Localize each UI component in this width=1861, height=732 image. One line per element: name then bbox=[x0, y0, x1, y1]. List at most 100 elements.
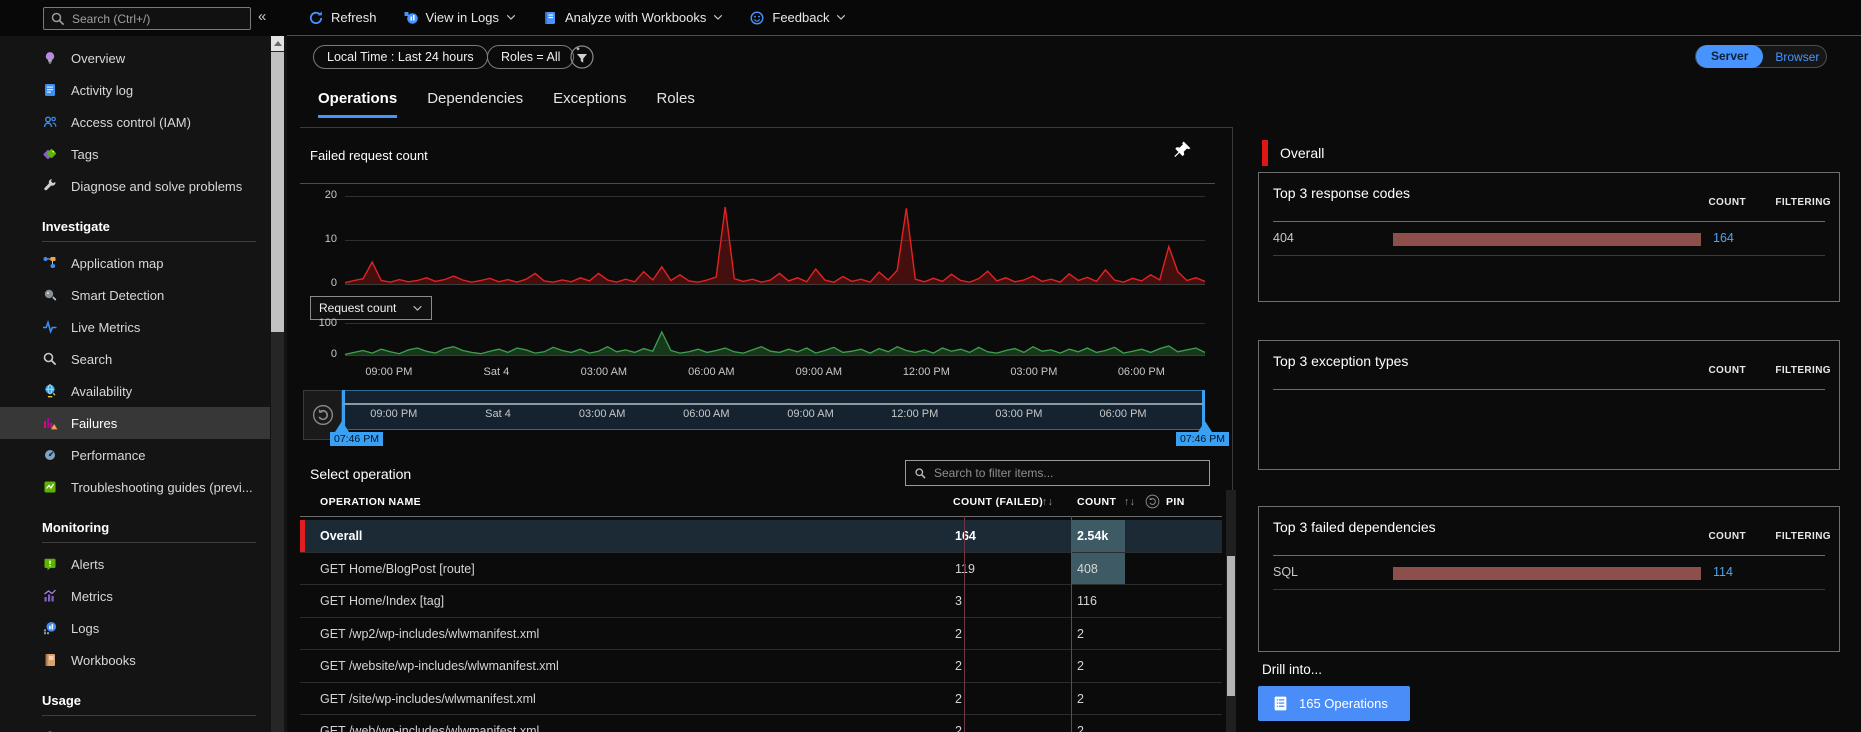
pin-chart-icon[interactable] bbox=[1172, 140, 1192, 160]
sidebar-item-users[interactable]: Users bbox=[0, 721, 270, 732]
table-row[interactable]: GET /web/wp-includes/wlwmanifest.xml 2 2 bbox=[300, 715, 1222, 732]
operation-name: GET /wp2/wp-includes/wlwmanifest.xml bbox=[320, 627, 539, 641]
operations-filter-box[interactable] bbox=[905, 460, 1210, 486]
scroll-up-button[interactable] bbox=[271, 36, 284, 51]
search-icon bbox=[914, 467, 927, 480]
col-count-failed[interactable]: COUNT (FAILED) bbox=[953, 496, 1043, 508]
right-panel-title: Overall bbox=[1280, 145, 1324, 161]
sidebar-scrollbar[interactable] bbox=[271, 36, 284, 732]
sidebar-item-label: Live Metrics bbox=[71, 320, 140, 335]
time-brush[interactable]: 09:00 PM Sat 4 03:00 AM 06:00 AM 09:00 A… bbox=[342, 390, 1205, 430]
tab-dependencies[interactable]: Dependencies bbox=[427, 90, 523, 118]
count-value: 116 bbox=[1077, 594, 1097, 608]
x-tick: 03:00 AM bbox=[581, 366, 627, 378]
sidebar-collapse-button[interactable]: « bbox=[258, 8, 266, 25]
sort-icon[interactable]: ↑↓ bbox=[1124, 496, 1135, 508]
pulse-icon bbox=[42, 319, 58, 335]
sidebar-item-performance[interactable]: Performance bbox=[0, 439, 270, 471]
tab-roles[interactable]: Roles bbox=[656, 90, 694, 118]
card-title: Top 3 response codes bbox=[1273, 185, 1410, 201]
count-failed-value: 164 bbox=[955, 529, 976, 543]
search-icon bbox=[50, 11, 66, 27]
view-in-logs-label: View in Logs bbox=[426, 10, 499, 25]
sidebar-item-workbooks[interactable]: Workbooks bbox=[0, 644, 270, 676]
sidebar-item-label: Workbooks bbox=[71, 653, 136, 668]
count-value: 2 bbox=[1077, 724, 1084, 732]
refresh-button[interactable]: Refresh bbox=[308, 10, 377, 26]
analyze-with-workbooks-button[interactable]: Analyze with Workbooks bbox=[542, 10, 723, 26]
filtering-header: FILTERING bbox=[1775, 531, 1831, 542]
table-row[interactable]: GET Home/BlogPost [route] 119 408 bbox=[300, 553, 1222, 586]
feedback-button[interactable]: Feedback bbox=[749, 10, 846, 26]
sidebar-item-label: Access control (IAM) bbox=[71, 115, 191, 130]
sidebar-item-tags[interactable]: Tags bbox=[0, 138, 270, 170]
brush-handle-right[interactable] bbox=[1198, 421, 1212, 432]
drill-operations-button[interactable]: 165 Operations bbox=[1258, 686, 1410, 721]
portal-search-box[interactable] bbox=[43, 7, 251, 30]
brush-tick: 06:00 AM bbox=[683, 408, 729, 420]
col-operation-name[interactable]: OPERATION NAME bbox=[320, 496, 421, 508]
row-divider bbox=[1273, 255, 1825, 256]
x-tick: 09:00 AM bbox=[796, 366, 842, 378]
card-divider bbox=[1273, 389, 1825, 390]
table-row[interactable]: GET /wp2/wp-includes/wlwmanifest.xml 2 2 bbox=[300, 618, 1222, 651]
roles-filter-pill[interactable]: Roles = All bbox=[487, 45, 574, 69]
sidebar-item-metrics[interactable]: Metrics bbox=[0, 580, 270, 612]
smiley-icon bbox=[749, 10, 765, 26]
sort-icon[interactable]: ↑↓ bbox=[1042, 496, 1053, 508]
card-title: Top 3 failed dependencies bbox=[1273, 519, 1436, 535]
toggle-browser-button[interactable]: Browser bbox=[1763, 50, 1831, 64]
failed-request-count-chart[interactable] bbox=[345, 190, 1205, 286]
portal-search-input[interactable] bbox=[72, 12, 244, 26]
table-row-overall[interactable]: Overall 164 2.54k bbox=[300, 520, 1222, 553]
view-in-logs-button[interactable]: View in Logs bbox=[403, 10, 516, 26]
sidebar-item-overview[interactable]: Overview bbox=[0, 42, 270, 74]
sidebar-item-activity-log[interactable]: Activity log bbox=[0, 74, 270, 106]
table-row[interactable]: GET /site/wp-includes/wlwmanifest.xml 2 … bbox=[300, 683, 1222, 716]
x-tick: 12:00 PM bbox=[903, 366, 950, 378]
people-icon bbox=[42, 114, 58, 130]
sidebar-item-smart-detection[interactable]: Smart Detection bbox=[0, 279, 270, 311]
sidebar-scrollbar-thumb[interactable] bbox=[271, 52, 284, 332]
col-count[interactable]: COUNT bbox=[1077, 496, 1116, 508]
reset-zoom-icon bbox=[312, 404, 334, 426]
brush-tick: 09:00 PM bbox=[370, 408, 417, 420]
sidebar-item-logs[interactable]: Logs bbox=[0, 612, 270, 644]
dependency-count[interactable]: 114 bbox=[1713, 565, 1733, 579]
sidebar-item-failures[interactable]: Failures bbox=[0, 407, 270, 439]
card-divider bbox=[1273, 555, 1825, 556]
metrics-icon bbox=[42, 588, 58, 604]
chevron-down-icon bbox=[836, 14, 846, 21]
brush-handle-left[interactable] bbox=[335, 421, 349, 432]
sidebar-item-diagnose[interactable]: Diagnose and solve problems bbox=[0, 170, 270, 202]
response-code-count[interactable]: 164 bbox=[1713, 231, 1734, 245]
toggle-server-button[interactable]: Server bbox=[1696, 45, 1763, 68]
x-tick: 06:00 AM bbox=[688, 366, 734, 378]
sidebar-item-application-map[interactable]: Application map bbox=[0, 247, 270, 279]
add-filter-icon[interactable] bbox=[570, 45, 594, 69]
tab-exceptions[interactable]: Exceptions bbox=[553, 90, 626, 118]
table-scrollbar[interactable] bbox=[1226, 490, 1236, 732]
brush-tick: 09:00 AM bbox=[787, 408, 833, 420]
sidebar-item-alerts[interactable]: Alerts bbox=[0, 548, 270, 580]
sidebar-item-label: Search bbox=[71, 352, 112, 367]
section-divider bbox=[42, 542, 256, 543]
sidebar-item-label: Overview bbox=[71, 51, 125, 66]
workbooks-icon bbox=[42, 652, 58, 668]
sidebar-item-live-metrics[interactable]: Live Metrics bbox=[0, 311, 270, 343]
reset-selection-icon[interactable] bbox=[1145, 494, 1160, 509]
table-row[interactable]: GET /website/wp-includes/wlwmanifest.xml… bbox=[300, 650, 1222, 683]
col-pin[interactable]: PIN bbox=[1166, 496, 1185, 508]
sidebar-item-availability[interactable]: Availability bbox=[0, 375, 270, 407]
request-count-chart[interactable] bbox=[345, 318, 1205, 358]
chevron-down-icon bbox=[412, 305, 423, 312]
operations-filter-input[interactable] bbox=[934, 466, 1201, 480]
server-browser-toggle: Server Browser bbox=[1695, 45, 1827, 68]
sidebar-item-troubleshooting-guides[interactable]: Troubleshooting guides (previ... bbox=[0, 471, 270, 503]
tab-operations[interactable]: Operations bbox=[318, 90, 397, 118]
sidebar-item-access-control[interactable]: Access control (IAM) bbox=[0, 106, 270, 138]
time-range-filter-pill[interactable]: Local Time : Last 24 hours bbox=[313, 45, 488, 69]
table-row[interactable]: GET Home/Index [tag] 3 116 bbox=[300, 585, 1222, 618]
sidebar-item-search[interactable]: Search bbox=[0, 343, 270, 375]
table-scrollbar-thumb[interactable] bbox=[1227, 556, 1235, 696]
